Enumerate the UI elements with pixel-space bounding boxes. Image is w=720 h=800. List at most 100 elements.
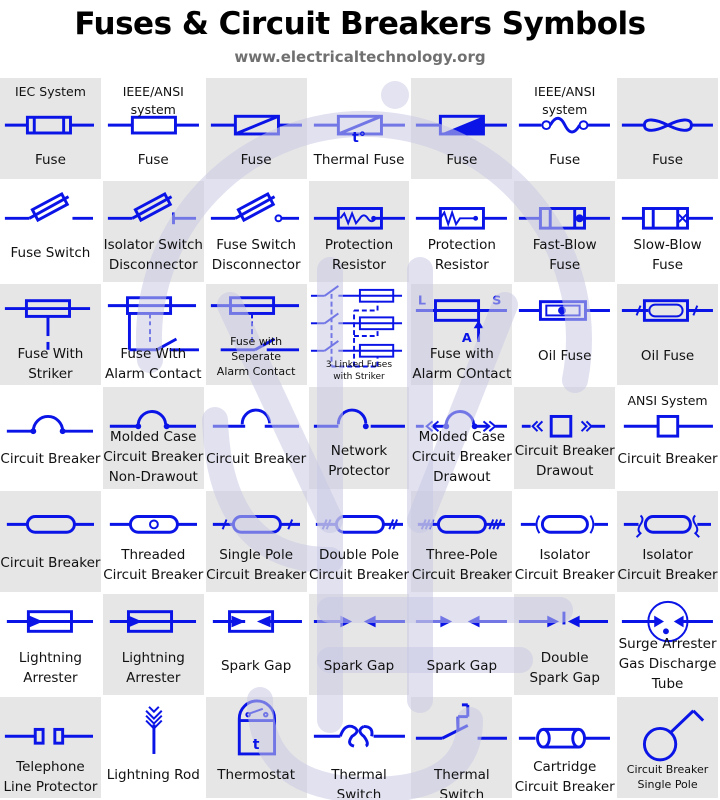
symbol-label: Fuse <box>549 152 581 168</box>
symbol-label: Circuit Breaker <box>0 554 101 571</box>
circuit-breaker-open-arc-icon <box>212 409 299 429</box>
symbol-sublabel: t <box>252 736 260 753</box>
system-note: IEC System <box>14 84 86 99</box>
symbol-cell: ANSI System Circuit Breaker <box>617 387 720 491</box>
symbol-cell: Protection Resistor <box>411 181 515 285</box>
symbol-sublabel: t° <box>352 130 366 146</box>
symbol-cell: Single Pole Circuit Breaker <box>205 490 309 594</box>
symbol-label: 3 Linked Fuses with Striker <box>325 360 393 383</box>
website-url: www.electricaltechnology.org <box>234 48 486 66</box>
symbol-cell: Threaded Circuit Breaker <box>102 490 206 594</box>
system-note: IEEE/ANSI system <box>122 84 184 117</box>
symbol-cell: IEC System Fuse <box>0 78 103 182</box>
symbol-grid: IEC System Fuse IEEE/ANSI system Fuse Fuse t°… <box>0 78 720 800</box>
spark-gap-icon <box>313 615 405 628</box>
symbol-cell: Fuse <box>411 78 515 182</box>
symbol-cell: Fast-Blow Fuse <box>514 181 618 285</box>
symbol-cell: Protection Resistor <box>308 181 412 285</box>
symbol-label: Protection Resistor <box>324 237 394 274</box>
svg-text:L: L <box>418 294 426 309</box>
symbol-label: Threaded Circuit Breaker <box>103 546 204 583</box>
symbol-label: Fuse <box>137 152 169 168</box>
symbol-label: Spark Gap <box>220 657 292 674</box>
symbol-label: Fuse with Seperate Alarm Contact <box>216 335 296 379</box>
system-note: IEEE/ANSI system <box>534 84 596 117</box>
symbol-label: Fuse With Alarm Contact <box>105 346 202 383</box>
symbol-cell: Fuse with Seperate Alarm Contact <box>205 284 309 388</box>
symbol-label: Telephone Line Protector <box>3 758 98 795</box>
symbol-cell: Oil Fuse <box>617 284 720 388</box>
symbol-cell: Telephone Line Protector <box>0 696 103 800</box>
symbol-label: Thermal Fuse <box>313 152 405 168</box>
symbol-label: Fuse with Alarm COntact <box>412 346 512 383</box>
symbol-cell: Three-Pole Circuit Breaker <box>411 490 515 594</box>
symbol-cell: Fuse <box>205 78 309 182</box>
symbol-cell: Double Spark Gap <box>514 593 618 697</box>
symbol-label: Isolator Circuit Breaker <box>514 546 615 583</box>
symbol-label: Oil Fuse <box>538 348 592 365</box>
symbol-cell: Oil Fuse <box>514 284 618 388</box>
spark-gap-2-icon <box>416 615 508 628</box>
symbol-cell: 3 Linked Fuses with Striker <box>308 284 412 388</box>
symbol-cell: Lightning Arrester <box>102 593 206 697</box>
symbol-label: Slow-Blow Fuse <box>633 237 702 274</box>
circuit-breaker-arc-icon <box>6 415 94 435</box>
symbol-cell: Isolator Circuit Breaker <box>514 490 618 594</box>
symbol-cell: t° Thermal Fuse <box>308 78 412 182</box>
circuit-breaker-rounded-icon <box>6 514 94 534</box>
symbol-cell: IEEE/ANSI system Fuse <box>102 78 206 182</box>
spark-gap-box-icon <box>212 609 302 633</box>
symbol-label: Single Pole Circuit Breaker <box>206 546 307 583</box>
symbol-cell: Spark Gap <box>205 593 309 697</box>
symbol-label: Isolator Switch Disconnector <box>103 237 203 274</box>
symbol-label: Protection Resistor <box>427 237 496 274</box>
symbol-cell: Fuse Switch Disconnector <box>205 181 309 285</box>
symbol-cell: Thermal Switch <box>411 696 515 800</box>
symbol-label: Lightning Arrester <box>121 649 185 686</box>
symbol-label: Spark Gap <box>323 657 395 674</box>
symbol-label: Fuse <box>446 152 478 168</box>
symbol-label: Fuse Switch Disconnector <box>211 237 301 274</box>
symbol-label: Fast-Blow Fuse <box>532 237 597 274</box>
symbol-cell: Slow-Blow Fuse <box>617 181 720 285</box>
symbol-cell: Cartridge Circuit Breaker <box>514 696 618 800</box>
symbol-label: Fuse <box>34 152 66 168</box>
symbol-label: Fuse <box>652 152 684 168</box>
symbol-cell: Molded Case Circuit Breaker Drawout <box>411 387 515 491</box>
symbol-label: Fuse <box>240 152 272 168</box>
symbol-cell: Fuse With Alarm Contact <box>102 284 206 388</box>
symbol-cell: Circuit Breaker <box>0 387 103 491</box>
symbol-label: Network Protector <box>328 443 390 480</box>
symbol-label: Double Pole Circuit Breaker <box>308 546 409 583</box>
symbol-cell: Fuse Switch <box>0 181 103 285</box>
symbol-cell: Isolator Switch Disconnector <box>102 181 206 285</box>
fuse-switch-icon <box>4 192 94 223</box>
symbol-cell: Circuit Breaker Single Pole <box>617 696 720 800</box>
symbol-cell: Surge Arrester Gas Discharge Tube <box>617 593 720 697</box>
symbol-label: Three-Pole Circuit Breaker <box>411 546 512 583</box>
symbol-cell: Isolator Circuit Breaker <box>617 490 720 594</box>
symbol-cell: Circuit Breaker <box>205 387 309 491</box>
oil-fuse-dot-icon <box>519 300 611 322</box>
symbol-cell: Circuit Breaker <box>0 490 103 594</box>
page-title: Fuses & Circuit Breakers Symbols <box>74 6 646 42</box>
symbol-cell: Network Protector <box>308 387 412 491</box>
system-note: ANSI System <box>627 393 708 409</box>
oil-fuse-rounded-icon <box>622 299 714 323</box>
symbol-label: Fuse Switch <box>10 245 91 262</box>
symbol-label: Molded Case Circuit Breaker Non-Drawout <box>103 429 204 486</box>
symbol-cell: IEEE/ANSI system Fuse <box>514 78 618 182</box>
header: Fuses & Circuit Breakers Symbols www.ele… <box>0 0 720 78</box>
symbol-label: Thermal Switch <box>331 766 387 800</box>
symbol-label: Cartridge Circuit Breaker <box>514 758 615 795</box>
symbol-label: Molded Case Circuit Breaker Drawout <box>411 429 512 486</box>
symbol-label: Spark Gap <box>426 657 498 674</box>
symbol-cell: Spark Gap <box>411 593 515 697</box>
symbol-cell: Fuse <box>617 78 720 182</box>
symbol-label: Lightning Arrester <box>18 649 82 686</box>
symbol-cell: Circuit Breaker Drawout <box>514 387 618 491</box>
symbol-cell: t Thermostat <box>205 696 309 800</box>
symbol-cell: Lightning Rod <box>102 696 206 800</box>
symbol-label: Circuit Breaker <box>0 451 101 468</box>
symbol-label: Lightning Rod <box>106 766 200 783</box>
